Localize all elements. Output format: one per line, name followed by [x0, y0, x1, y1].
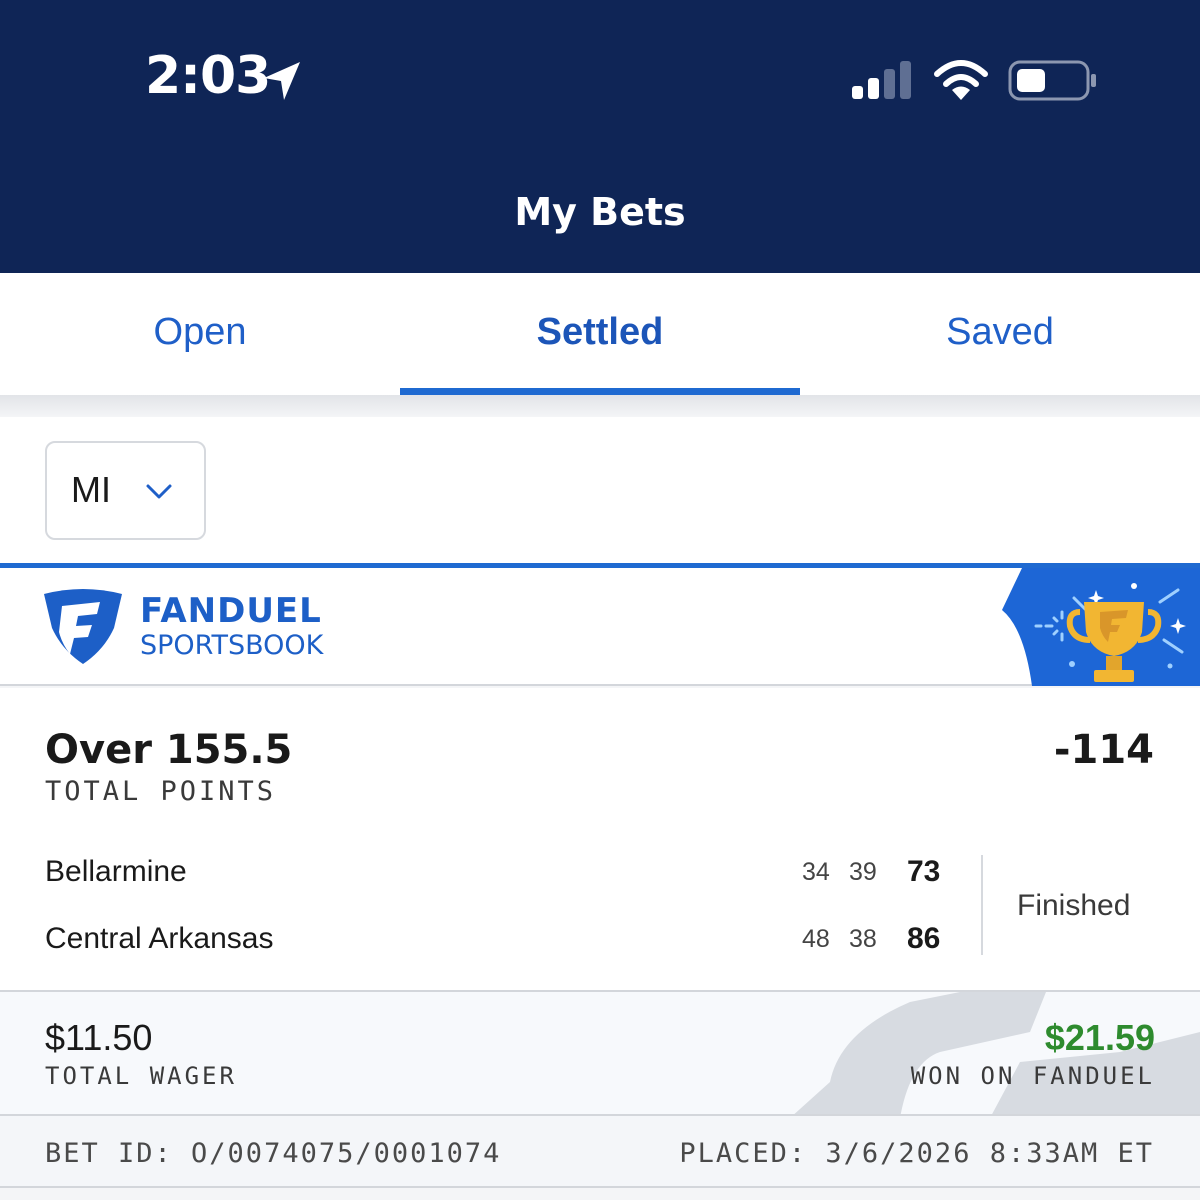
won-amount: $21.59 [1044, 1017, 1155, 1058]
trophy-icon [1002, 568, 1200, 686]
score-divider [981, 855, 983, 955]
payout-bar [0, 990, 1200, 1116]
status-time: 2:03 [145, 46, 271, 106]
battery-icon [1008, 60, 1096, 101]
team-away-total: 73 [907, 855, 941, 888]
placed-timestamp: PLACED: 3/6/2026 8:33AM ET [679, 1138, 1154, 1169]
bet-tabs: Open Settled Saved [0, 273, 1200, 395]
tab-settled[interactable]: Settled [400, 273, 800, 395]
state-value: MI [71, 469, 111, 510]
tab-saved[interactable]: Saved [800, 273, 1200, 395]
tab-open[interactable]: Open [0, 273, 400, 395]
tab-shadow [0, 395, 1200, 417]
page-title: My Bets [514, 190, 686, 234]
team-away-h1: 34 [802, 858, 830, 886]
fanduel-shield-icon [44, 589, 122, 664]
team-home-total: 86 [907, 922, 941, 955]
total-wager-amount: $11.50 [45, 1017, 153, 1058]
bet-market: TOTAL POINTS [45, 776, 277, 807]
brand-sub: SPORTSBOOK [140, 630, 324, 661]
team-name-away: Bellarmine [45, 855, 187, 888]
bet-selection: Over 155.5 [45, 727, 293, 773]
team-home-h2: 38 [849, 925, 877, 953]
total-wager-label: TOTAL WAGER [45, 1062, 237, 1090]
location-arrow-icon [264, 62, 300, 100]
state-dropdown[interactable]: MI [45, 441, 206, 540]
bet-odds: -114 [1053, 727, 1154, 773]
team-name-home: Central Arkansas [45, 922, 274, 955]
chevron-down-icon [146, 484, 172, 499]
game-status: Finished [1017, 889, 1131, 922]
won-label: WON ON FANDUEL [910, 1062, 1155, 1090]
team-away-h2: 39 [849, 858, 877, 886]
bet-id: BET ID: O/0074075/0001074 [45, 1138, 502, 1169]
cellular-signal-icon [852, 61, 911, 99]
active-tab-indicator [400, 388, 800, 395]
wifi-icon [934, 60, 988, 100]
team-home-h1: 48 [802, 925, 830, 953]
brand-name: FANDUEL [140, 591, 322, 631]
